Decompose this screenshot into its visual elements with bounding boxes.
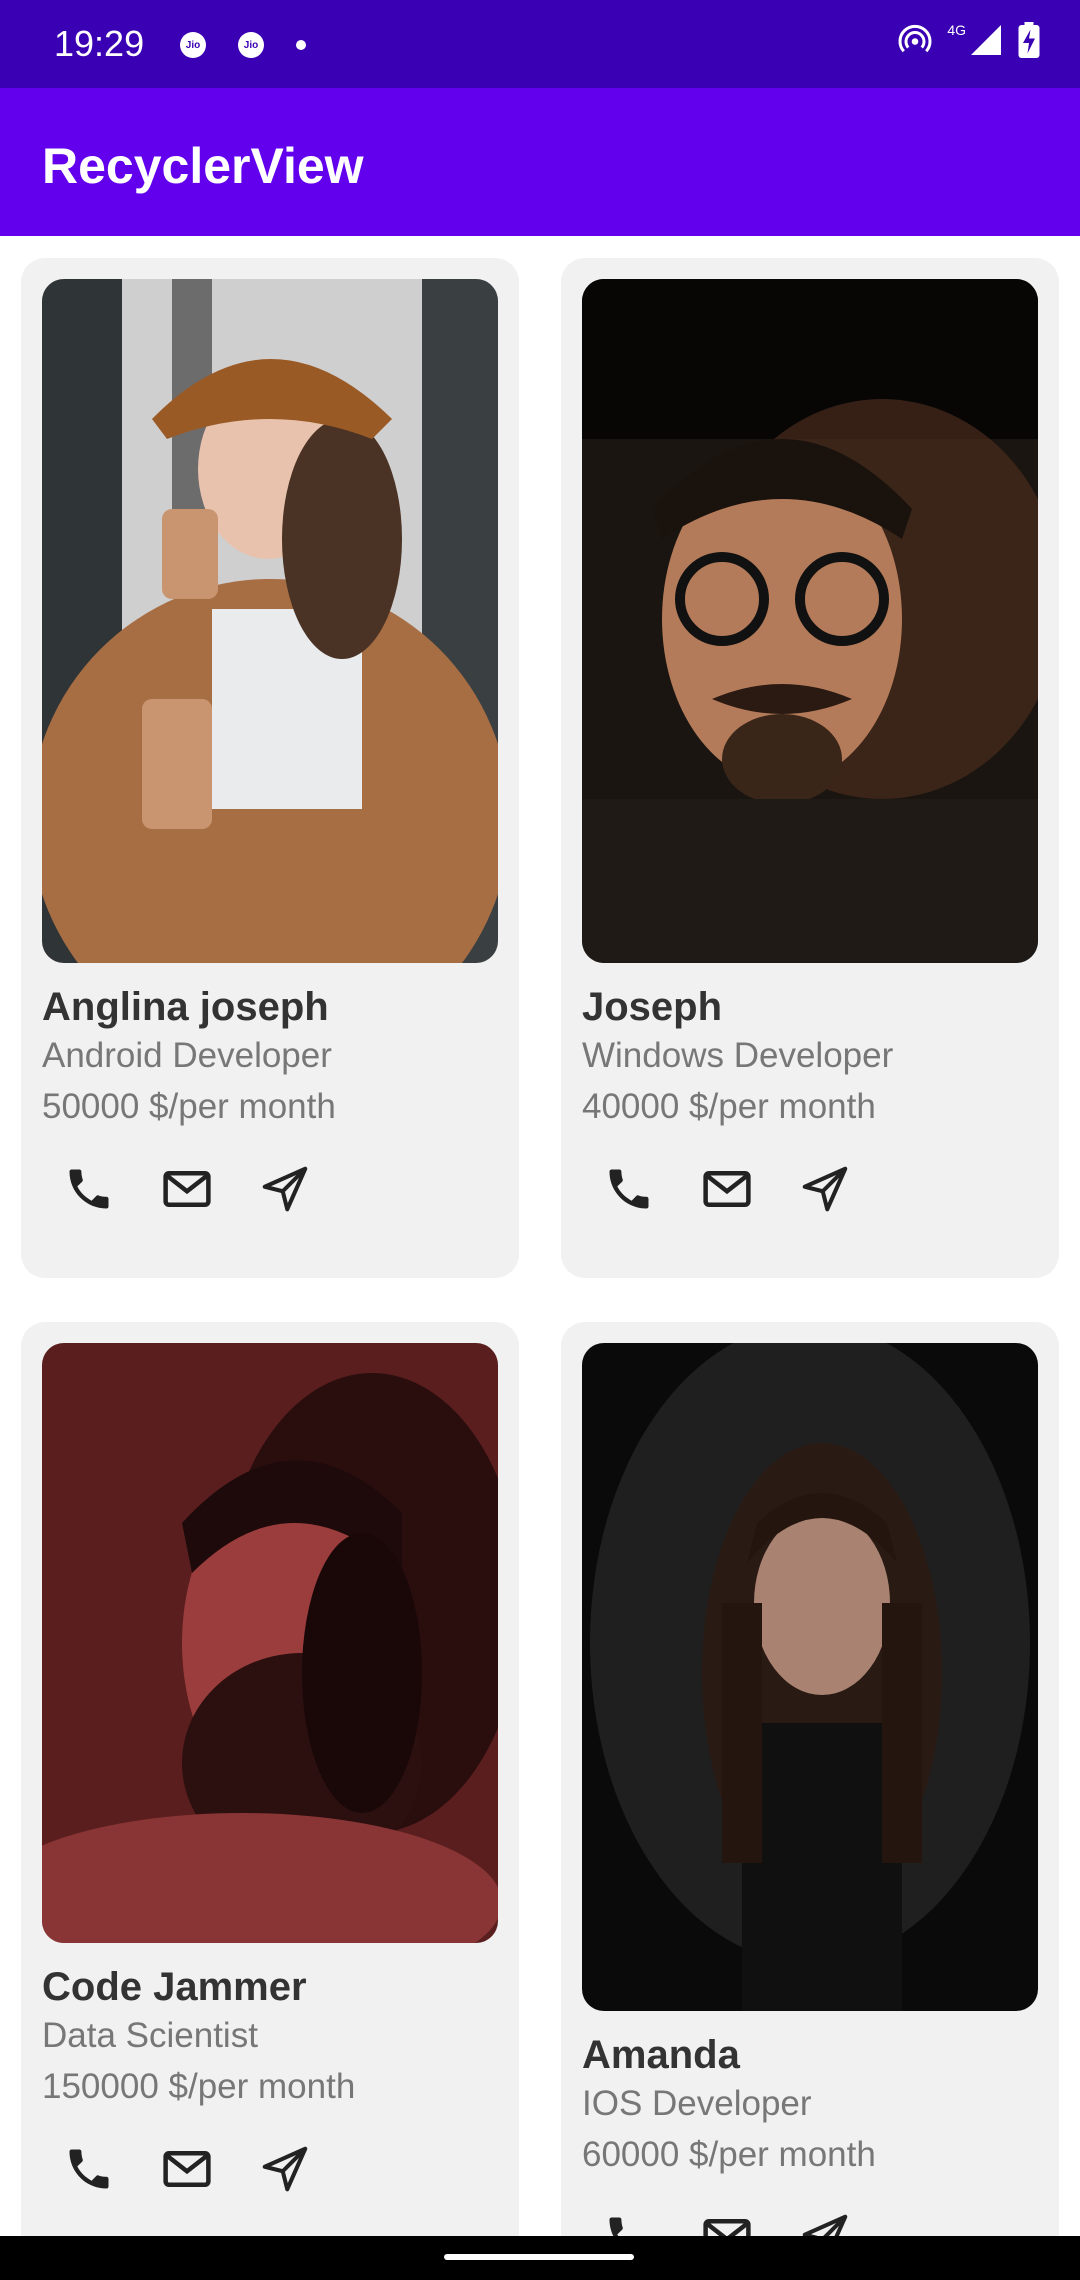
- more-notifications-dot-icon: [296, 40, 306, 50]
- send-icon[interactable]: [257, 1161, 313, 1217]
- employee-card[interactable]: Joseph Windows Developer 40000 $/per mon…: [561, 258, 1059, 1278]
- send-icon[interactable]: [797, 1161, 853, 1217]
- mail-icon[interactable]: [159, 1161, 215, 1217]
- status-bar: 19:29 Jio Jio 4G: [0, 0, 1080, 88]
- employee-photo: [42, 1343, 498, 1943]
- recycler-list[interactable]: Anglina joseph Android Developer 50000 $…: [0, 236, 1080, 2236]
- employee-name: Anglina joseph: [42, 985, 329, 1029]
- employee-salary: 150000 $/per month: [42, 2067, 356, 2106]
- signal-icon: [971, 25, 1001, 55]
- employee-role: Android Developer: [42, 1036, 332, 1075]
- mail-icon[interactable]: [699, 2209, 755, 2236]
- send-icon[interactable]: [257, 2141, 313, 2197]
- phone-icon[interactable]: [601, 2209, 657, 2236]
- employee-card[interactable]: Code Jammer Data Scientist 150000 $/per …: [21, 1322, 519, 2236]
- employee-role: Data Scientist: [42, 2016, 258, 2055]
- employee-name: Code Jammer: [42, 1965, 307, 2009]
- employee-photo: [582, 1343, 1038, 2011]
- page-title: RecyclerView: [42, 138, 364, 194]
- employee-role: Windows Developer: [582, 1036, 894, 1075]
- status-time: 19:29: [54, 23, 145, 64]
- employee-name: Amanda: [582, 2033, 740, 2077]
- phone-icon[interactable]: [61, 2141, 117, 2197]
- jio-icon: Jio: [238, 32, 264, 58]
- card-actions: [61, 1161, 313, 1217]
- employee-photo: [42, 279, 498, 963]
- employee-photo: [582, 279, 1038, 963]
- home-handle[interactable]: [444, 2254, 634, 2260]
- card-actions: [601, 2209, 853, 2236]
- employee-card[interactable]: Anglina joseph Android Developer 50000 $…: [21, 258, 519, 1278]
- app-bar: RecyclerView: [0, 88, 1080, 236]
- employee-salary: 60000 $/per month: [582, 2135, 876, 2174]
- gesture-nav-bar: [0, 2236, 1080, 2280]
- phone-icon[interactable]: [61, 1161, 117, 1217]
- mail-icon[interactable]: [159, 2141, 215, 2197]
- battery-charging-icon: [1018, 22, 1040, 58]
- jio-icon: Jio: [180, 32, 206, 58]
- employee-salary: 40000 $/per month: [582, 1087, 876, 1126]
- employee-name: Joseph: [582, 985, 723, 1029]
- send-icon[interactable]: [797, 2209, 853, 2236]
- status-notification-icons: Jio Jio: [180, 30, 306, 60]
- network-type-label: 4G: [947, 22, 966, 38]
- mail-icon[interactable]: [699, 1161, 755, 1217]
- card-actions: [601, 1161, 853, 1217]
- phone-icon[interactable]: [601, 1161, 657, 1217]
- hotspot-icon: [898, 24, 932, 53]
- employee-salary: 50000 $/per month: [42, 1087, 336, 1126]
- employee-card[interactable]: Amanda IOS Developer 60000 $/per month: [561, 1322, 1059, 2236]
- status-system-icons: 4G: [897, 22, 1040, 58]
- card-actions: [61, 2141, 313, 2197]
- employee-role: IOS Developer: [582, 2084, 812, 2123]
